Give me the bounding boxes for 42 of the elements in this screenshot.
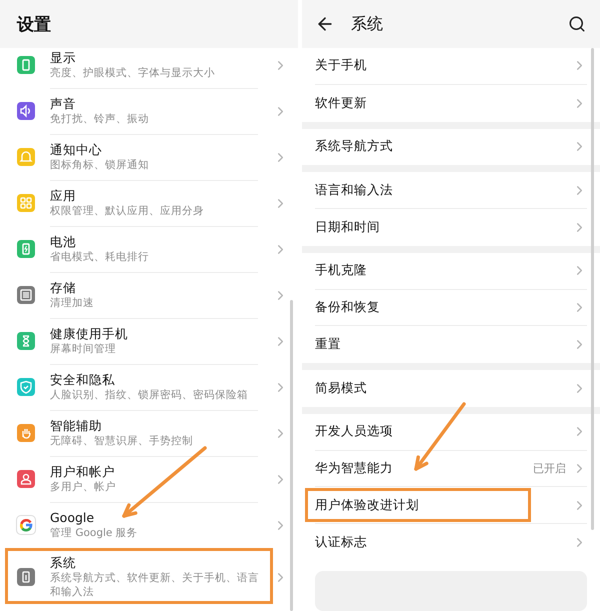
setting-subtitle: 屏幕时间管理 — [50, 342, 117, 356]
setting-title[interactable]: 开发人员选项 — [315, 423, 566, 440]
setting-subtitle: 多用户、帐户 — [50, 480, 117, 494]
setting-title[interactable]: 电池 — [50, 234, 258, 250]
setting-title[interactable]: 关于手机 — [315, 57, 566, 74]
setting-title[interactable]: 安全和隐私 — [50, 372, 258, 388]
setting-title[interactable]: 应用 — [50, 188, 258, 204]
setting-title[interactable]: 通知中心 — [50, 142, 258, 158]
setting-subtitle: 免打扰、铃声、振动 — [50, 112, 150, 126]
setting-title[interactable]: 显示 — [50, 50, 258, 66]
setting-title[interactable]: 健康使用手机 — [50, 326, 258, 342]
setting-subtitle: 图标角标、锁屏通知 — [50, 158, 150, 172]
setting-title[interactable]: 认证标志 — [315, 534, 566, 552]
setting-title[interactable]: 声音 — [50, 96, 258, 112]
setting-title[interactable]: 存储 — [50, 280, 258, 296]
search-icon[interactable] — [568, 15, 586, 33]
setting-title[interactable]: 重置 — [315, 336, 566, 354]
screen-title: 系统 — [351, 14, 384, 34]
setting-subtitle: 省电模式、耗电排行 — [50, 250, 150, 264]
setting-title[interactable]: 语言和输入法 — [315, 182, 566, 199]
setting-subtitle: 管理 Google 服务 — [50, 526, 139, 540]
setting-title[interactable]: 系统 — [50, 555, 258, 571]
screen-title: 设置 — [16, 14, 51, 36]
setting-subtitle: 权限管理、默认应用、应用分身 — [50, 204, 205, 218]
setting-title[interactable]: 简易模式 — [315, 380, 566, 397]
setting-title[interactable]: 手机克隆 — [315, 262, 566, 280]
setting-subtitle: 无障碍、智慧识屏、手势控制 — [50, 434, 194, 448]
setting-title[interactable]: 备份和恢复 — [315, 298, 566, 316]
setting-title[interactable]: 日期和时间 — [315, 218, 566, 236]
setting-title[interactable]: 用户和帐户 — [50, 464, 258, 480]
setting-title[interactable]: 系统导航方式 — [315, 138, 566, 156]
setting-subtitle: 人脸识别、指纹、锁屏密码、密码保险箱 — [50, 388, 249, 402]
setting-subtitle: 清理加速 — [50, 296, 95, 310]
setting-value: 已开启 — [533, 461, 566, 476]
setting-title[interactable]: 用户体验改进计划 — [315, 496, 566, 514]
setting-title[interactable]: Google — [50, 510, 258, 526]
setting-subtitle: 亮度、护眼模式、字体与显示大小 — [50, 66, 216, 80]
annotation-arrow — [414, 402, 466, 471]
setting-title[interactable]: 华为智慧能力 — [315, 460, 527, 478]
setting-title[interactable]: 智能辅助 — [50, 418, 258, 434]
setting-title[interactable]: 软件更新 — [315, 94, 566, 112]
setting-subtitle: 系统导航方式、软件更新、关于手机、语言和输入法 — [50, 571, 260, 599]
